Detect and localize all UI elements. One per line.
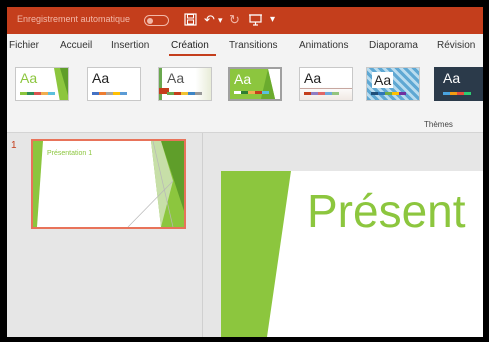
- thumbnail-title: Présentation 1: [47, 150, 93, 157]
- theme-rule: [300, 88, 352, 89]
- theme-thumbnail[interactable]: Aa: [434, 67, 483, 101]
- redo-icon[interactable]: ↻: [229, 11, 240, 29]
- theme-thumbnail[interactable]: Aa: [15, 67, 69, 101]
- undo-icon[interactable]: ↶: [204, 11, 215, 29]
- save-icon[interactable]: [184, 11, 197, 29]
- theme-sample-text: Aa: [443, 70, 461, 86]
- group-label-themes: Thèmes: [424, 120, 453, 129]
- active-tab-indicator: [169, 54, 216, 56]
- theme-sample-text: Aa: [20, 70, 38, 86]
- theme-color-bars: [371, 92, 406, 95]
- chevron-down-icon[interactable]: ▾: [218, 11, 223, 29]
- theme-thumbnail[interactable]: Aa: [87, 67, 141, 101]
- theme-sample-text: Aa: [167, 70, 185, 86]
- slide-title[interactable]: Présent: [307, 183, 466, 239]
- theme-sample-text: Aa: [234, 71, 252, 87]
- theme-sample-text: Aa: [304, 70, 322, 86]
- tab-accueil[interactable]: Accueil: [60, 40, 92, 51]
- tab-creation[interactable]: Création: [171, 40, 209, 51]
- tab-transitions[interactable]: Transitions: [229, 40, 278, 51]
- theme-color-bars: [234, 91, 269, 94]
- toggle-knob: [147, 17, 153, 24]
- theme-thumbnail[interactable]: Aa: [366, 67, 420, 101]
- ribbon-tabs: Fichier Accueil Insertion Création Trans…: [7, 34, 483, 58]
- theme-thumbnail[interactable]: Aa: [299, 67, 353, 101]
- powerpoint-window: Enregistrement automatique ↶ ▾ ↻ ▾ Fichi…: [7, 7, 483, 337]
- theme-thumbnail-selected[interactable]: Aa: [228, 67, 282, 101]
- theme-color-bars: [304, 92, 339, 95]
- tab-diaporama[interactable]: Diaporama: [369, 40, 418, 51]
- theme-color-bars: [167, 92, 202, 95]
- title-bar: Enregistrement automatique ↶ ▾ ↻ ▾: [7, 7, 483, 34]
- customize-icon[interactable]: ▾: [270, 11, 275, 29]
- autosave-label: Enregistrement automatique: [17, 14, 131, 24]
- present-icon[interactable]: [249, 11, 262, 29]
- tab-animations[interactable]: Animations: [299, 40, 348, 51]
- slide-thumbnail[interactable]: Présentation 1: [31, 139, 186, 229]
- tab-insertion[interactable]: Insertion: [111, 40, 149, 51]
- theme-sample-text: Aa: [372, 72, 394, 88]
- theme-color-bars: [20, 92, 55, 95]
- tab-revision[interactable]: Révision: [437, 40, 475, 51]
- autosave-toggle[interactable]: [144, 15, 169, 26]
- theme-color-bars: [92, 92, 127, 95]
- theme-sample-text: Aa: [92, 70, 110, 86]
- theme-color-bars: [443, 92, 471, 95]
- main-slide[interactable]: Présent: [221, 171, 483, 337]
- tab-fichier[interactable]: Fichier: [9, 40, 39, 51]
- theme-thumbnail[interactable]: Aa: [158, 67, 212, 101]
- slide-number: 1: [11, 140, 17, 151]
- design-ribbon: Aa Aa Aa Aa Aa Aa Aa Thèmes: [7, 58, 483, 133]
